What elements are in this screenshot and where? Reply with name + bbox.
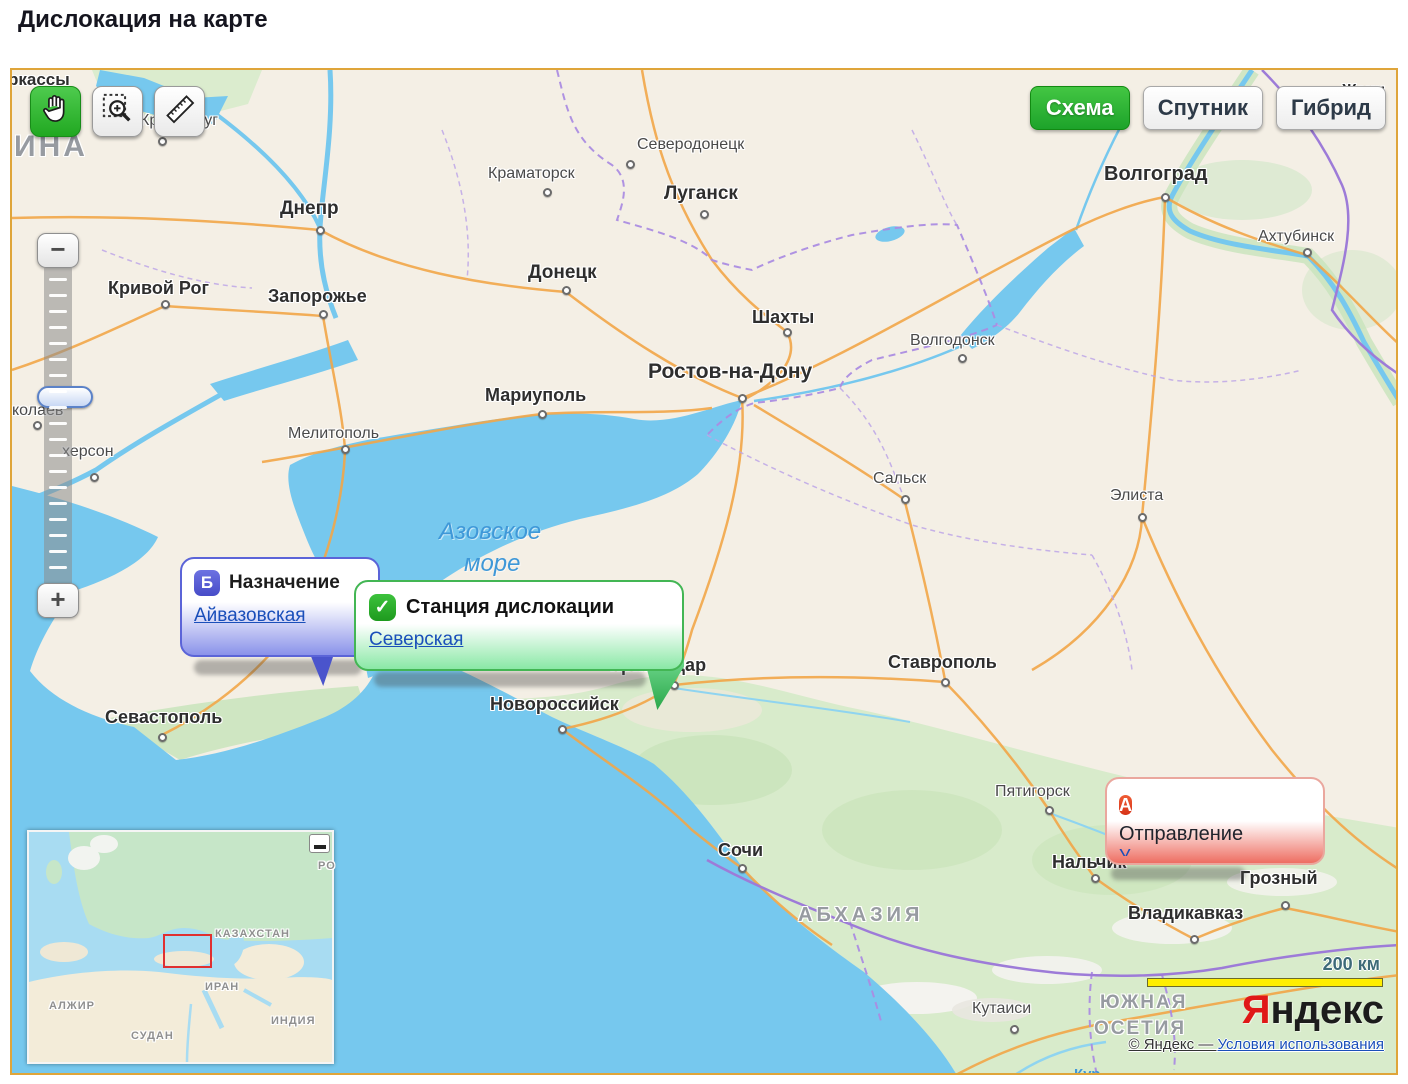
city-dot (1161, 193, 1170, 202)
zoom-tick (49, 326, 67, 329)
city-dot (341, 445, 350, 454)
departure-balloon[interactable]: А Отправление У (1105, 777, 1325, 865)
zoom-tick (49, 486, 67, 489)
city-dot (738, 394, 747, 403)
minimap-collapse-button[interactable] (309, 834, 330, 853)
destination-badge-b-icon: Б (194, 570, 220, 596)
city-dot (1045, 806, 1054, 815)
zoom-tick (49, 438, 67, 441)
scale-bar (1147, 978, 1383, 987)
station-balloon-title: Станция дислокации (406, 596, 614, 619)
zoom-tick (49, 294, 67, 297)
page-title: Дислокация на карте (18, 6, 268, 34)
zoom-out-button[interactable]: − (37, 233, 79, 268)
zoom-tick (49, 310, 67, 313)
zoom-select-tool-button[interactable] (92, 86, 143, 137)
zoom-in-button[interactable]: + (37, 583, 79, 618)
station-link[interactable]: Северская (369, 629, 463, 651)
city-dot (941, 678, 950, 687)
map-canvas[interactable]: ркассыКременчугЖаниДнепрСеверодонецкКрам… (10, 68, 1398, 1075)
city-dot (901, 495, 910, 504)
city-dot (316, 226, 325, 235)
station-check-icon: ✓ (369, 594, 396, 621)
balloon-shadow (374, 672, 646, 687)
balloon-shadow (194, 660, 362, 675)
city-dot (158, 137, 167, 146)
zoom-tick (49, 342, 67, 345)
zoom-tick (49, 470, 67, 473)
minimap-viewport-rect[interactable] (163, 934, 212, 968)
city-dot (319, 310, 328, 319)
zoom-tick (49, 502, 67, 505)
zoom-tick (49, 518, 67, 521)
zoom-tick (49, 550, 67, 553)
city-dot (1303, 248, 1312, 257)
zoom-tick (49, 406, 67, 409)
city-dot (90, 473, 99, 482)
city-dot (1010, 1025, 1019, 1034)
zoom-tick (49, 358, 67, 361)
hand-icon (39, 92, 73, 131)
city-dot (33, 421, 42, 430)
zoom-tick (49, 534, 67, 537)
city-dot (543, 188, 552, 197)
zoom-tick (49, 390, 67, 393)
city-dot (1138, 513, 1147, 522)
station-balloon[interactable]: ✓ Станция дислокации Северская (354, 580, 684, 671)
map-type-satellite-button[interactable]: Спутник (1143, 86, 1263, 130)
copyright: © Яндекс — Условия использования (1129, 1036, 1385, 1053)
yandex-logo-rest: ндекс (1270, 988, 1384, 1032)
destination-balloon[interactable]: Б Назначение Айвазовская (180, 557, 380, 657)
city-dot (1190, 935, 1199, 944)
minimap[interactable]: РОКАЗАХСТАНИРАНАЛЖИРСУДАНИНДИЯ (27, 830, 334, 1064)
departure-station-link-clipped[interactable]: У (1119, 846, 1311, 856)
destination-balloon-title: Назначение (229, 572, 340, 594)
city-dot (626, 160, 635, 169)
minimap-collapse-icon (314, 845, 326, 849)
city-dot (562, 286, 571, 295)
yandex-logo[interactable]: Яндекс (1242, 988, 1384, 1033)
map-type-scheme-button[interactable]: Схема (1030, 86, 1130, 130)
ruler-tool-button[interactable] (154, 86, 205, 137)
city-dot (700, 210, 709, 219)
destination-station-link[interactable]: Айвазовская (194, 605, 306, 627)
river-label: Кур (1074, 1066, 1100, 1075)
city-dot (558, 725, 567, 734)
city-dot (538, 410, 547, 419)
scale-label: 200 км (1323, 954, 1380, 975)
departure-badge-a-icon: А (1119, 795, 1132, 815)
ruler-icon (163, 92, 197, 131)
balloon-shadow (1111, 867, 1245, 880)
zoom-tick (49, 278, 67, 281)
map-type-hybrid-button[interactable]: Гибрид (1276, 86, 1386, 130)
zoom-slider-track[interactable] (44, 268, 72, 583)
city-dot (783, 328, 792, 337)
yandex-logo-ya: Я (1242, 988, 1271, 1032)
copyright-text: © Яндекс — (1129, 1036, 1218, 1053)
map-type-switcher: Схема Спутник Гибрид (1030, 86, 1386, 130)
map-tools (30, 86, 205, 137)
departure-balloon-title: Отправление (1119, 823, 1311, 846)
zoom-tick (49, 454, 67, 457)
hand-tool-button[interactable] (30, 86, 81, 137)
city-dot (1091, 874, 1100, 883)
city-dot (158, 733, 167, 742)
city-dot (958, 354, 967, 363)
zoom-tick (49, 422, 67, 425)
magnifier-select-icon (101, 92, 135, 131)
terms-of-use-link[interactable]: Условия использования (1218, 1036, 1385, 1053)
zoom-tick (49, 566, 67, 569)
city-dot (738, 864, 747, 873)
city-dot (161, 300, 170, 309)
zoom-tick (49, 374, 67, 377)
